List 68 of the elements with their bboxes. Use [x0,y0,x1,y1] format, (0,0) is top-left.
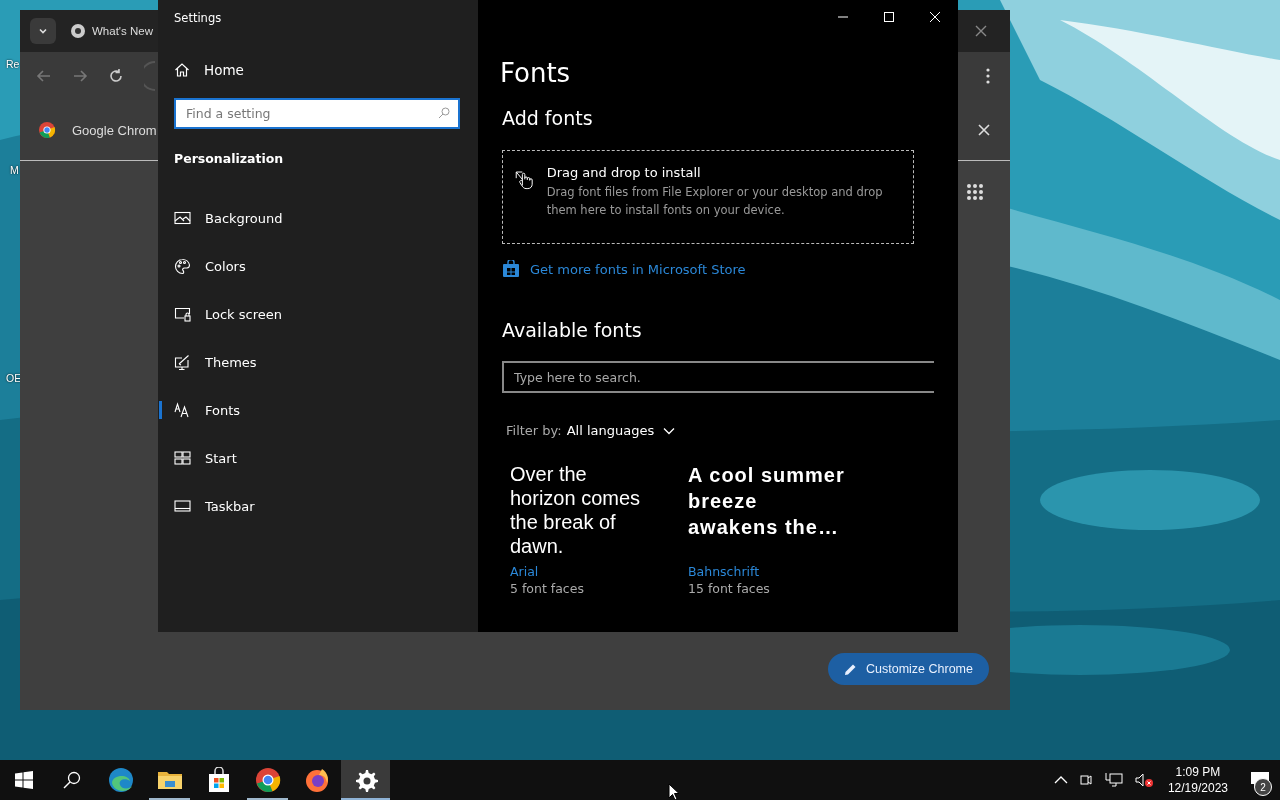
drop-zone[interactable]: Drag and drop to install Drag font files from File Explorer or your desktop and drop them here to install fonts on your device. [502,150,914,244]
desktop-icon-label: OE [5,372,22,384]
font-face-count: 5 font faces [510,581,585,596]
drop-title: Drag and drop to install [546,165,702,180]
running-indicator [341,798,390,800]
filter-label: Filter by: [506,423,562,438]
reload-icon[interactable] [108,68,124,84]
desktop-icon-label: Re [5,58,20,70]
font-preview[interactable]: Over the horizon comes the break of dawn. [510,462,652,562]
nav-item[interactable]: Background [158,194,478,242]
section-heading: Personalization [174,151,285,166]
store-bag-icon [502,260,520,278]
chrome-logo-icon [38,121,56,139]
page-title: Fonts [500,58,572,88]
lock-screen-icon [174,305,191,323]
section-heading: Available fonts [502,318,643,342]
network-icon[interactable] [1103,772,1124,788]
panel-title: Google Chrom [72,122,157,138]
language-filter-dropdown[interactable]: All languages [566,423,676,438]
forward-arrow-icon[interactable] [72,68,88,84]
windows-start-icon[interactable] [15,771,33,789]
home-nav-item[interactable]: Home [174,62,478,78]
back-arrow-icon[interactable] [36,68,52,84]
home-icon [174,62,190,78]
apps-grid-icon[interactable] [966,183,984,201]
store-link[interactable]: Get more fonts in Microsoft Store [502,260,958,278]
drop-description: Drag font files from File Explorer or your desktop and drop them here to install fonts on your device. [546,184,884,219]
mouse-cursor-icon [668,783,680,800]
clock[interactable]: 1:09 PM 12/19/2023 [1167,764,1228,796]
section-heading: Add fonts [502,106,594,130]
chevron-up-icon[interactable] [1053,775,1068,785]
speaker-muted-icon[interactable] [1134,772,1155,788]
chrome-logo-icon[interactable] [254,767,281,793]
nav-item[interactable]: Themes [158,338,478,386]
font-preview[interactable]: A cool summer breeze awakens the… [688,462,848,562]
palette-icon [174,257,191,275]
fox-logo-icon[interactable] [303,767,330,793]
camera-icon[interactable] [1078,772,1093,788]
font-search-field[interactable]: Type here to search. [502,361,934,393]
chevron-down-icon [663,426,676,435]
maximize-icon[interactable] [883,11,895,23]
tiles-icon [174,449,191,467]
window-title: Settings [174,11,223,25]
search-icon[interactable] [63,771,81,789]
font-name-link[interactable]: Arial [510,564,660,579]
running-indicator [149,798,190,800]
font-name-link[interactable]: Bahnschrift [688,564,838,579]
font-face-count: 15 font faces [688,581,771,596]
desktop-icon-label: M [9,164,19,176]
notification-count-badge: 2 [1254,778,1272,796]
image-icon [174,209,191,227]
brush-icon [174,353,191,371]
taskbar-icon [174,497,191,515]
nav-item[interactable]: Start [158,434,478,482]
running-indicator [247,798,288,800]
chrome-logo-icon [70,23,86,39]
menu-icon[interactable] [986,68,990,84]
customize-chrome-button[interactable]: Customize Chrome [828,653,989,685]
nav-item[interactable]: Taskbar [158,482,478,530]
tab-list-button[interactable] [30,18,56,44]
font-icon [174,401,191,419]
nav-item[interactable]: Lock screen [158,290,478,338]
wave-logo-icon[interactable] [107,767,134,793]
pencil-icon [844,662,857,676]
search-icon [438,107,450,119]
search-field[interactable]: Find a setting [174,98,460,129]
nav-item[interactable]: Colors [158,242,478,290]
browser-tab[interactable]: What's New [66,17,153,45]
